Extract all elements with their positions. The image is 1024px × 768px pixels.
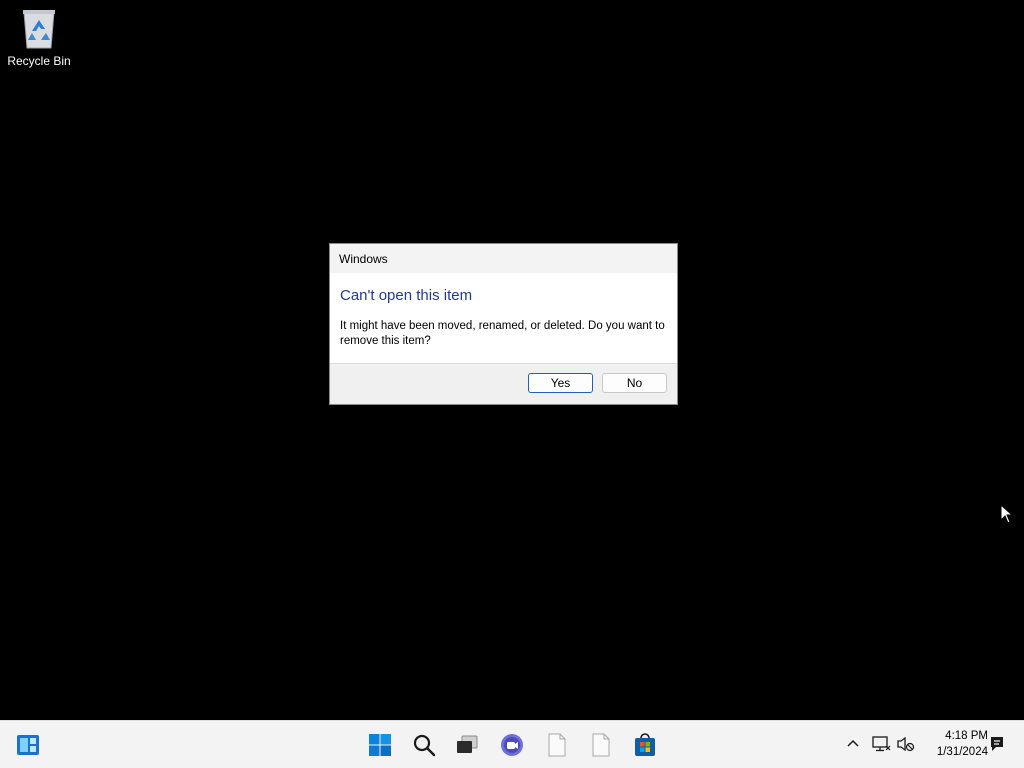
- dialog-footer: Yes No: [330, 363, 677, 404]
- store-icon[interactable]: [629, 729, 661, 761]
- dialog-heading: Can't open this item: [340, 287, 473, 304]
- clock-date: 1/31/2024: [936, 746, 988, 758]
- desktop-icon-recycle-bin[interactable]: Recycle Bin: [4, 6, 74, 76]
- start-icon[interactable]: [364, 729, 396, 761]
- message-dialog: Windows Can't open this item It might ha…: [329, 243, 678, 405]
- clock-time: 4:18 PM: [945, 730, 988, 742]
- taskbar-clock[interactable]: 4:18 PM 1/31/2024: [922, 728, 988, 760]
- search-icon[interactable]: [408, 729, 440, 761]
- desktop-icon-label: Recycle Bin: [7, 54, 71, 68]
- recycle-bin-icon: [23, 10, 55, 49]
- chat-icon[interactable]: [496, 729, 528, 761]
- widgets-icon[interactable]: [12, 729, 44, 761]
- chevron-up-icon[interactable]: [842, 733, 864, 755]
- dialog-title: Windows: [330, 244, 677, 273]
- dialog-message: It might have been moved, renamed, or de…: [340, 320, 665, 347]
- no-button[interactable]: No: [602, 373, 667, 393]
- yes-button[interactable]: Yes: [528, 373, 593, 393]
- taskbar: 4:18 PM 1/31/2024: [0, 720, 1024, 768]
- mouse-cursor-icon: [1000, 504, 1014, 524]
- volume-muted-icon[interactable]: [895, 733, 917, 755]
- file-icon[interactable]: [541, 729, 573, 761]
- task-view-icon[interactable]: [451, 729, 483, 761]
- notification-icon[interactable]: [986, 733, 1008, 755]
- file-icon[interactable]: [585, 729, 617, 761]
- network-icon[interactable]: [870, 733, 892, 755]
